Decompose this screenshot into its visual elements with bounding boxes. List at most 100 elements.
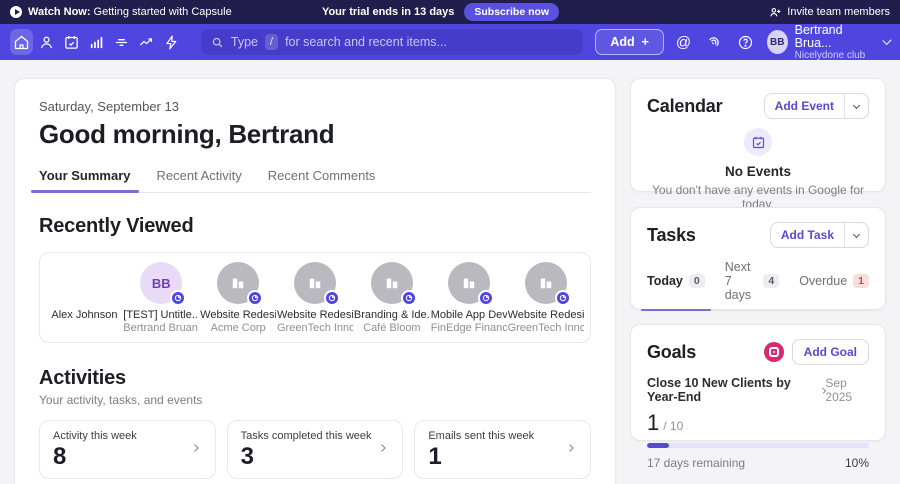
- invite-team-link[interactable]: Invite team members: [769, 6, 890, 19]
- goals-panel: Goals Add Goal Close 10 New Clients by Y…: [630, 324, 886, 470]
- nav-calendar-icon[interactable]: [60, 29, 83, 55]
- recently-viewed-list: Alex Johnson BB [TEST] Untitle... Bertra…: [39, 252, 591, 343]
- overdue-count-badge: 1: [853, 274, 869, 288]
- tasks-completed-card[interactable]: Tasks completed this week 3: [226, 420, 404, 479]
- activities-title: Activities: [39, 367, 126, 389]
- activity-this-week-card[interactable]: Activity this week 8: [39, 420, 216, 479]
- play-icon: [10, 6, 22, 18]
- goals-title: Goals: [647, 341, 697, 362]
- subscribe-button[interactable]: Subscribe now: [464, 3, 560, 21]
- search-input[interactable]: Type / for search and recent items...: [200, 29, 584, 55]
- nav-lightning-icon[interactable]: [160, 29, 183, 55]
- nav-trend-icon[interactable]: [135, 29, 158, 55]
- mentions-icon[interactable]: @: [672, 29, 695, 55]
- list-item[interactable]: Website Redesi... Acme Corp: [200, 262, 277, 334]
- list-item[interactable]: Alex Johnson: [46, 262, 123, 334]
- organization-icon: [309, 278, 321, 289]
- organization-icon: [232, 278, 244, 289]
- activities-cards: Activity this week 8 Tasks completed thi…: [39, 420, 592, 479]
- list-item[interactable]: BB [TEST] Untitle... Bertrand Bruan...: [123, 262, 200, 334]
- broadcast-icon[interactable]: [703, 29, 726, 55]
- goal-link[interactable]: Close 10 New Clients by Year-End: [647, 376, 827, 404]
- opportunity-badge-icon: [477, 290, 494, 306]
- calendar-empty-title: No Events: [724, 164, 792, 179]
- person-add-icon: [770, 7, 781, 16]
- list-item[interactable]: Website Redesi... GreenTech Inno...: [277, 262, 354, 334]
- search-icon: [212, 37, 223, 47]
- chevron-down-icon: [852, 230, 861, 238]
- goal-due-date: Sep 2025: [825, 376, 853, 404]
- organization-icon: [386, 278, 398, 289]
- add-goal-button[interactable]: Add Goal: [791, 339, 869, 365]
- help-icon[interactable]: [734, 29, 757, 55]
- tasks-tabs: Today 0 Next 7 days 4 Overdue 1: [641, 260, 869, 311]
- announcement-bar: Watch Now: Getting started with Capsule Y…: [0, 0, 900, 24]
- activities-subtitle: Your activity, tasks, and events: [39, 393, 203, 407]
- add-event-button[interactable]: Add Event: [765, 94, 844, 118]
- tab-recent-activity[interactable]: Recent Activity: [157, 168, 242, 192]
- chevron-down-icon: [882, 35, 892, 46]
- main-navbar: Type / for search and recent items... Ad…: [0, 22, 900, 61]
- nav-home-icon[interactable]: [10, 29, 33, 55]
- chevron-right-icon: [190, 441, 202, 459]
- add-task-dropdown[interactable]: [844, 223, 868, 247]
- nav-people-icon[interactable]: [35, 29, 58, 55]
- plus-icon: +: [641, 35, 649, 49]
- watch-now-link[interactable]: Watch Now: Getting started with Capsule: [10, 6, 232, 18]
- list-item[interactable]: Mobile App Dev... FinEdge Financ...: [430, 262, 507, 334]
- calendar-panel: Calendar Add Event No Events You don't h…: [630, 78, 886, 211]
- user-menu[interactable]: BB Bertrand Brua... Nicelydone club: [766, 22, 892, 61]
- opportunity-badge-icon: [554, 290, 571, 306]
- organization-icon: [540, 278, 551, 289]
- opportunity-badge-icon: [400, 290, 417, 306]
- tasks-title: Tasks: [647, 224, 696, 245]
- avatar: [217, 262, 264, 306]
- chevron-right-icon: [377, 441, 389, 459]
- greeting-title: Good morning, Bertrand: [39, 119, 335, 149]
- chevron-down-icon: [852, 101, 861, 109]
- list-item[interactable]: Website Redesi... GreenTech Inno...: [507, 262, 584, 334]
- opportunity-badge-icon: [324, 290, 340, 306]
- count-badge: 0: [688, 274, 705, 288]
- goal-progress-bar: [647, 443, 869, 448]
- opportunity-badge-icon: [170, 290, 187, 306]
- dashboard-page: Watch Now: Getting started with Capsule Y…: [0, 0, 900, 484]
- tasks-panel: Tasks Add Task Today 0 Next 7 days 4 Ove…: [630, 207, 886, 337]
- calendar-title: Calendar: [647, 95, 723, 116]
- tab-recent-comments[interactable]: Recent Comments: [268, 168, 376, 192]
- goal-days-remaining: 17 days remaining: [647, 456, 746, 470]
- goal-current-value: 1: [647, 410, 660, 435]
- add-task-button[interactable]: Add Task: [771, 223, 844, 247]
- calendar-empty-icon: [744, 128, 772, 156]
- count-badge: 4: [763, 274, 780, 288]
- tab-overdue[interactable]: Overdue 1: [799, 260, 869, 310]
- add-event-dropdown[interactable]: [844, 94, 868, 118]
- avatar: BB: [140, 262, 187, 306]
- summary-panel: Saturday, September 13 Good morning, Ber…: [14, 78, 616, 484]
- tab-your-summary[interactable]: Your Summary: [31, 168, 138, 193]
- list-item[interactable]: Branding & Ide... Café Bloom: [353, 262, 430, 334]
- goal-progress-fill: [647, 443, 670, 448]
- emails-sent-card[interactable]: Emails sent this week 1: [414, 420, 592, 479]
- avatar: [370, 262, 417, 306]
- tab-next-7-days[interactable]: Next 7 days 4: [725, 260, 780, 310]
- add-task-split-button: Add Task: [769, 222, 869, 248]
- goal-target-value: / 10: [663, 419, 684, 433]
- current-date: Saturday, September 13: [39, 99, 179, 114]
- add-event-split-button: Add Event: [763, 93, 869, 119]
- recently-viewed-title: Recently Viewed: [39, 215, 194, 237]
- avatar: [63, 262, 105, 304]
- avatar: [524, 262, 571, 306]
- user-org: Nicelydone club: [794, 49, 866, 61]
- goal-percent: 10%: [844, 456, 869, 470]
- user-avatar: BB: [766, 30, 788, 54]
- watch-now-text: Watch Now: Getting started with Capsule: [28, 6, 232, 18]
- user-name: Bertrand Brua...: [794, 22, 843, 50]
- avatar: [447, 262, 494, 306]
- add-button[interactable]: Add +: [595, 29, 664, 55]
- avatar: [294, 262, 340, 306]
- nav-bar-chart-icon[interactable]: [85, 29, 108, 55]
- organization-icon: [463, 278, 474, 289]
- tab-today[interactable]: Today 0: [641, 260, 711, 311]
- nav-pipeline-icon[interactable]: [110, 29, 133, 55]
